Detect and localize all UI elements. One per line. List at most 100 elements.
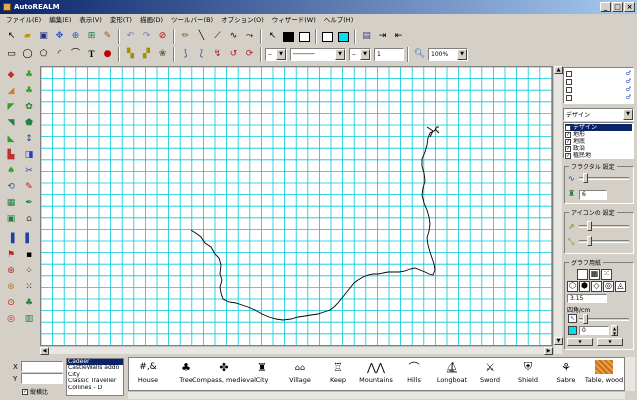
layer-item[interactable]: ✓ デザイン bbox=[565, 124, 632, 131]
overlay-check-3[interactable] bbox=[566, 87, 572, 93]
menu-options[interactable]: オプション(O) bbox=[217, 14, 268, 27]
castle-tool-icon[interactable]: ▙ bbox=[4, 148, 18, 162]
symbol-compass[interactable]: ✤ Compass, medieval bbox=[192, 358, 256, 390]
line-start-select[interactable]: ‒ ▼ bbox=[265, 48, 287, 61]
grid-color-swatch[interactable] bbox=[568, 326, 577, 335]
arc-icon[interactable]: ◜ bbox=[52, 47, 67, 62]
symbol-village[interactable]: ⌂⌂ Village bbox=[281, 358, 319, 390]
wall-tool-icon[interactable]: ◨ bbox=[22, 148, 36, 162]
pan-icon[interactable]: ✥ bbox=[52, 29, 67, 44]
group-icon[interactable]: ▚ bbox=[123, 47, 138, 62]
polyline-icon[interactable]: ⟋ bbox=[210, 29, 225, 44]
fractal-free-icon[interactable]: ⟳ bbox=[242, 47, 257, 62]
fractalize-icon[interactable]: ✎ bbox=[100, 29, 115, 44]
pen-tool-icon[interactable]: ✒ bbox=[22, 196, 36, 210]
grid-circle-button[interactable]: ◎ bbox=[603, 281, 614, 292]
cut-tool-icon[interactable]: ✂ bbox=[22, 164, 36, 178]
menu-view[interactable]: 表示(V) bbox=[75, 14, 106, 27]
road-tool-icon[interactable]: ◣ bbox=[4, 132, 18, 146]
compass-tool-icon[interactable]: ⊛ bbox=[4, 264, 18, 278]
line-style-list[interactable]: Cadeer CastleWalls addo City Classic Tra… bbox=[66, 358, 124, 396]
pencil-icon[interactable]: ✏ bbox=[178, 29, 193, 44]
freehand-icon[interactable]: ⤳ bbox=[242, 29, 257, 44]
circle-icon[interactable]: ◯ bbox=[20, 47, 35, 62]
lake-tool-icon[interactable]: ⬟ bbox=[22, 116, 36, 130]
minimize-button[interactable]: _ bbox=[600, 2, 611, 12]
properties-icon[interactable]: ▤ bbox=[359, 29, 374, 44]
curve-icon[interactable]: ⌒ bbox=[68, 47, 83, 62]
redo-icon[interactable]: ↷ bbox=[139, 29, 154, 44]
layer-check-icon[interactable]: ✓ bbox=[565, 131, 571, 138]
delete-icon[interactable]: ⊘ bbox=[155, 29, 170, 44]
hills-tool-icon[interactable]: ♣ bbox=[22, 84, 36, 98]
symbol-mountains[interactable]: ⋀⋀ Mountains bbox=[357, 358, 395, 390]
fill-white-swatch[interactable] bbox=[297, 29, 312, 44]
outline-cyan-swatch[interactable] bbox=[336, 29, 351, 44]
grid-size-input[interactable]: 3.15 bbox=[567, 294, 607, 303]
layer-select[interactable]: デザイン ▼ bbox=[563, 108, 634, 121]
overlay-check-1[interactable] bbox=[566, 71, 572, 77]
symbol-shield[interactable]: ⛨ Shield bbox=[509, 358, 547, 390]
fractal-value-input[interactable]: 6 bbox=[579, 190, 607, 200]
menu-toolbar[interactable]: ツールバー(B) bbox=[167, 14, 217, 27]
polygon-icon[interactable]: ⬠ bbox=[36, 47, 51, 62]
layer-check-icon[interactable]: ✓ bbox=[565, 145, 571, 152]
menu-file[interactable]: ファイル(E) bbox=[2, 14, 45, 27]
pointer-icon[interactable]: ↖ bbox=[265, 29, 280, 44]
fractal-curve-icon[interactable]: ↯ bbox=[210, 47, 225, 62]
aspect-ratio-checkbox[interactable]: ✓ bbox=[22, 388, 28, 395]
grid-pattern-select[interactable]: ▼ bbox=[567, 338, 593, 346]
fill-black-swatch[interactable] bbox=[281, 29, 296, 44]
forest-tool-icon[interactable]: ♣ bbox=[22, 68, 36, 82]
symbol-scrollbar[interactable] bbox=[625, 357, 635, 391]
horizontal-scrollbar[interactable]: ◀ ▶ bbox=[40, 346, 553, 355]
dots-pattern-icon[interactable]: ⁘ bbox=[22, 264, 36, 278]
line-style-select[interactable]: ────── ▼ bbox=[290, 48, 346, 61]
scale-tool-icon[interactable]: ⊗ bbox=[4, 280, 18, 294]
x-coordinate-input[interactable] bbox=[21, 361, 63, 372]
symbol-table[interactable]: Table, wood bbox=[585, 358, 623, 390]
grid-arrow-button[interactable]: ↖ bbox=[568, 314, 577, 323]
grid-none-button[interactable] bbox=[577, 269, 588, 280]
layer-check-icon[interactable]: ✓ bbox=[565, 152, 571, 159]
layer-item[interactable]: ✓ 地形 bbox=[565, 131, 632, 138]
overlay-check-2[interactable] bbox=[566, 79, 572, 85]
terrain-tool-icon[interactable]: ◆ bbox=[4, 68, 18, 82]
grid-hex-button[interactable]: ⬡ bbox=[567, 281, 578, 292]
tree-tool-icon[interactable]: ♣ bbox=[22, 296, 36, 310]
layer-check-icon[interactable]: ✓ bbox=[565, 138, 571, 145]
marker-tool-icon[interactable]: ⊙ bbox=[4, 296, 18, 310]
fractal-line-icon[interactable]: ⟆ bbox=[178, 47, 193, 62]
open-folder-icon[interactable]: ▰ bbox=[20, 29, 35, 44]
icon-size-thumb[interactable] bbox=[587, 221, 592, 231]
align-left-icon[interactable]: ⇤ bbox=[391, 29, 406, 44]
lock-tool-icon[interactable]: ⌂ bbox=[22, 212, 36, 226]
dots-grid-icon[interactable]: ⁙ bbox=[22, 280, 36, 294]
menu-transform[interactable]: 変形(T) bbox=[106, 14, 136, 27]
vertical-scrollbar[interactable]: ▲ ▼ bbox=[553, 66, 563, 354]
grid-spin-input[interactable]: 0 bbox=[579, 326, 609, 335]
grid-tri-button[interactable]: ◬ bbox=[615, 281, 626, 292]
menu-help[interactable]: ヘルプ(H) bbox=[320, 14, 357, 27]
ruler-icon[interactable]: ▌ bbox=[22, 232, 36, 246]
symbol-hscrollbar[interactable] bbox=[128, 391, 625, 399]
menu-edit[interactable]: 編集(E) bbox=[45, 14, 75, 27]
river-tool-icon[interactable]: ◥ bbox=[4, 116, 18, 130]
symbol-hills[interactable]: ⌒ Hills bbox=[395, 358, 433, 390]
zoom-icon[interactable]: 🔍︎ bbox=[412, 47, 427, 62]
symbol-library-icon[interactable]: ❀ bbox=[155, 47, 170, 62]
icon-rotate-thumb[interactable] bbox=[587, 236, 592, 246]
symbol-city[interactable]: ♜ City bbox=[243, 358, 281, 390]
y-coordinate-input[interactable] bbox=[21, 373, 63, 384]
layer-list[interactable]: ✓ デザイン ✓ 地形 ✓ 地底 ✓ 政治 ✓ 植民地 bbox=[563, 122, 634, 159]
grid-slider-thumb[interactable] bbox=[583, 314, 588, 324]
select-arrow-icon[interactable]: ↖ bbox=[4, 29, 19, 44]
layer-item[interactable]: ✓ 地底 bbox=[565, 138, 632, 145]
rotate-tool-icon[interactable]: ⟲ bbox=[4, 180, 18, 194]
rectangle-icon[interactable]: ▭ bbox=[4, 47, 19, 62]
fractal-poly-icon[interactable]: ⟅ bbox=[194, 47, 209, 62]
menu-wizard[interactable]: ウィザード(W) bbox=[268, 14, 320, 27]
swamp-tool-icon[interactable]: ◤ bbox=[4, 100, 18, 114]
target-tool-icon[interactable]: ◎ bbox=[4, 312, 18, 326]
ungroup-icon[interactable]: ▞ bbox=[139, 47, 154, 62]
